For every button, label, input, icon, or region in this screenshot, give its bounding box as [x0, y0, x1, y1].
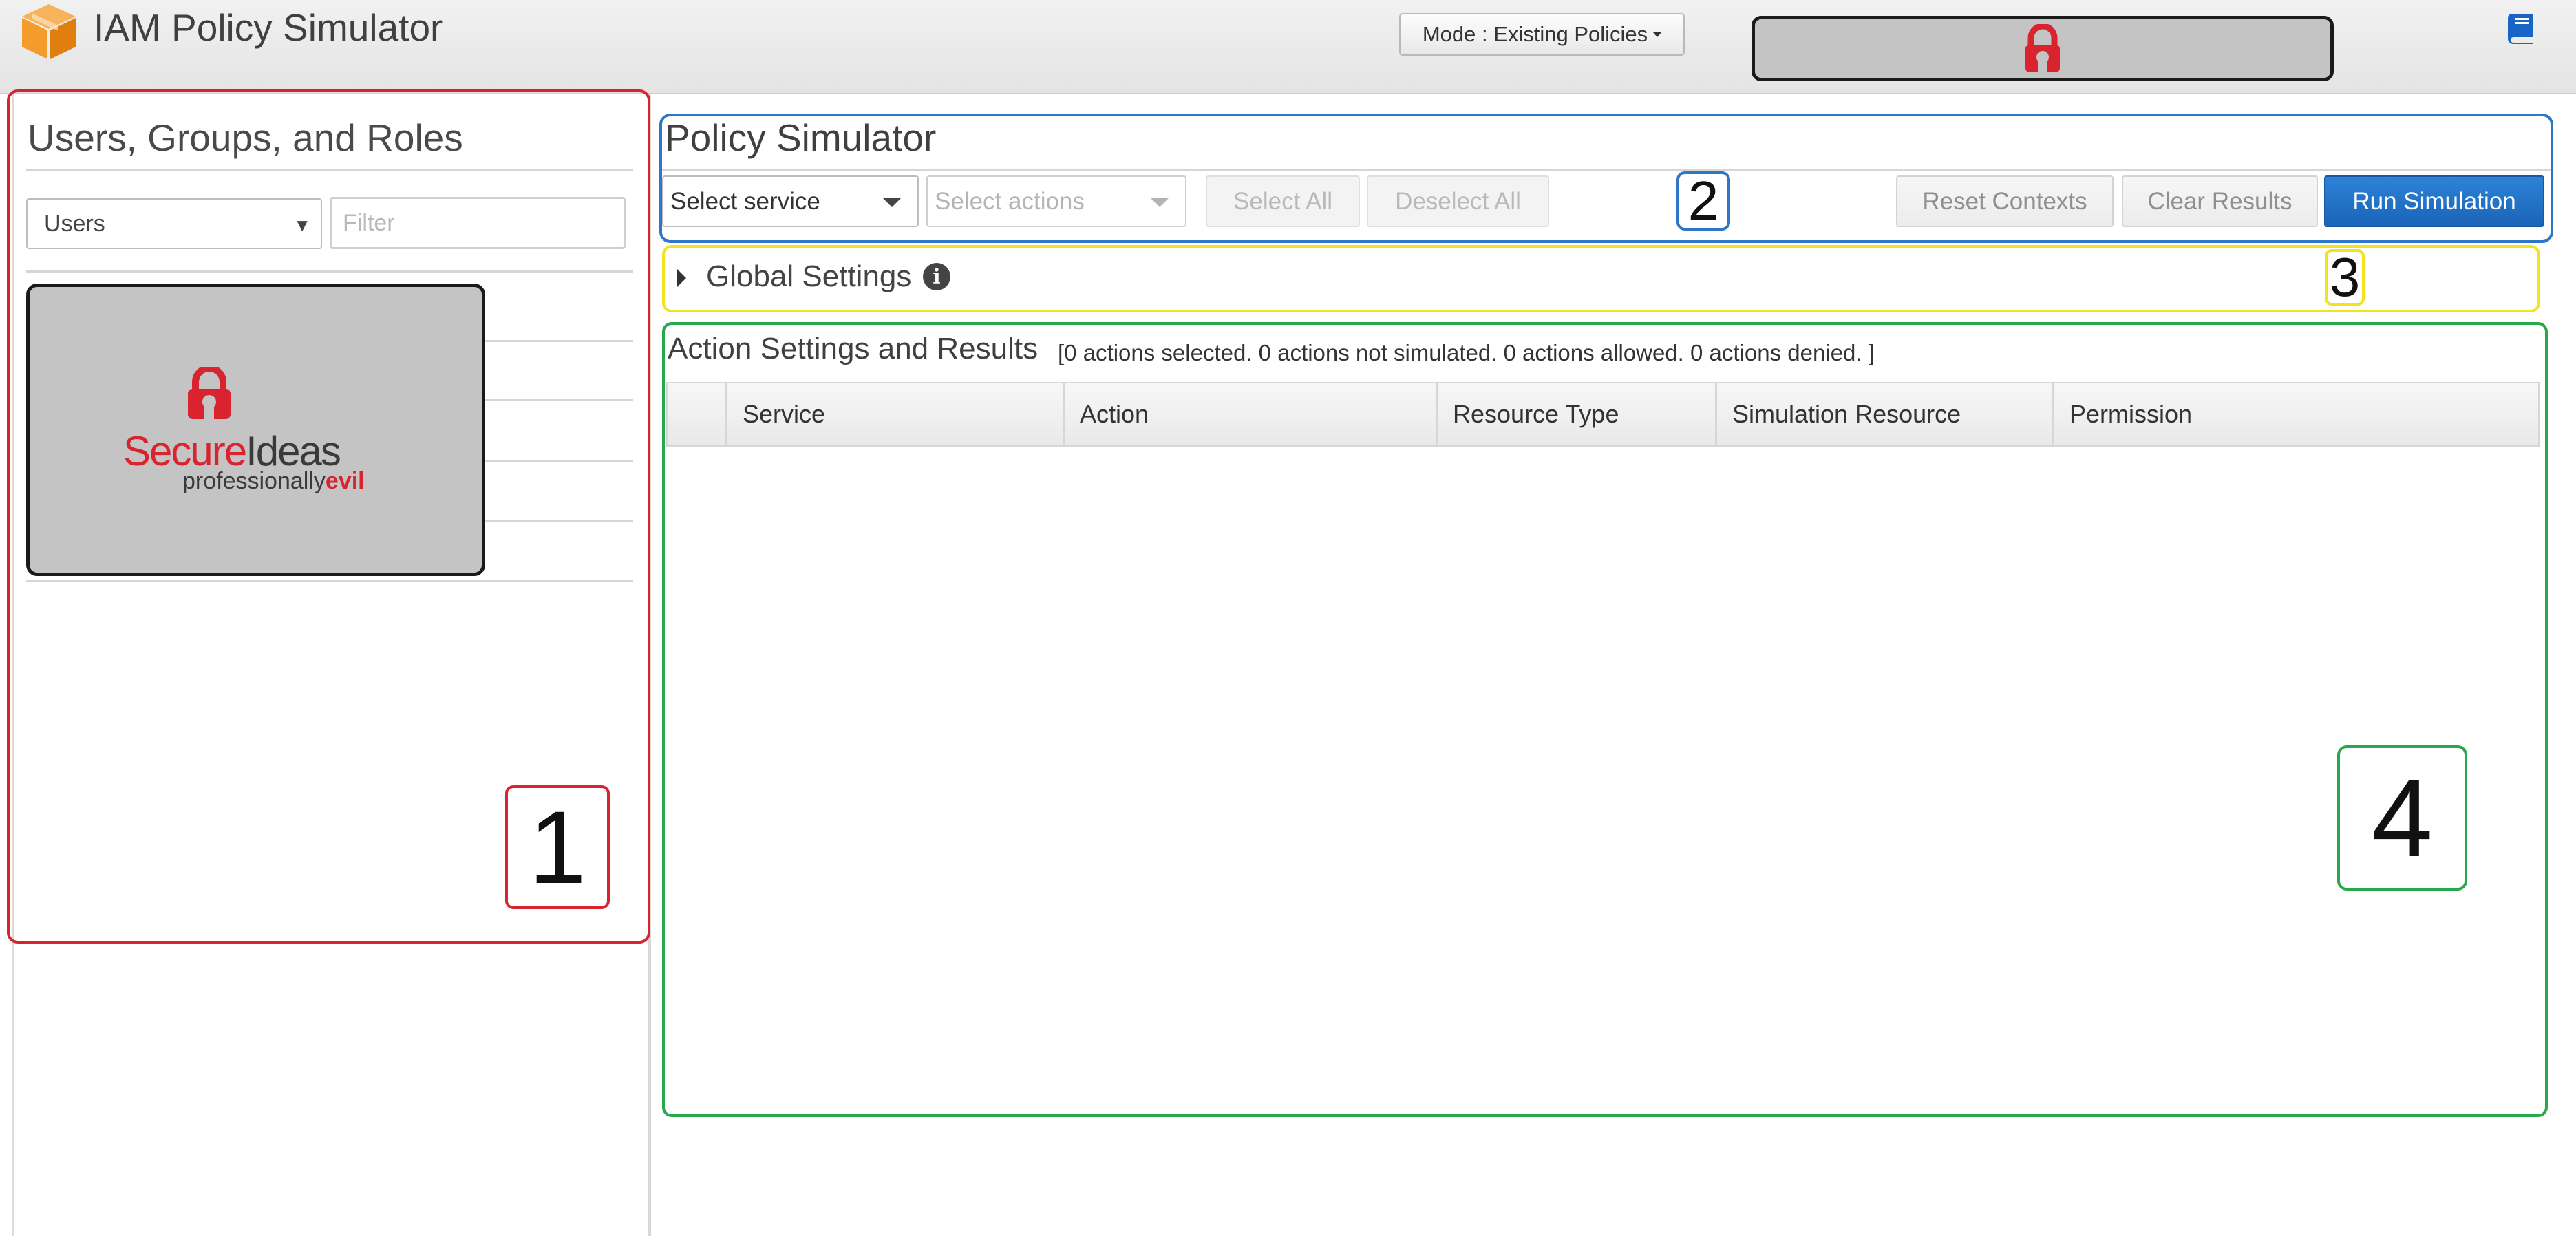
- caret-down-icon: [1653, 32, 1662, 37]
- mode-dropdown-button[interactable]: Mode : Existing Policies: [1399, 13, 1685, 56]
- region-4-outline: [662, 322, 2548, 1117]
- book-icon[interactable]: [2504, 11, 2537, 44]
- padlock-icon: [2025, 23, 2060, 72]
- app-title: IAM Policy Simulator: [94, 6, 443, 49]
- aws-cube-icon: [22, 4, 76, 59]
- region-1-marker: 1: [505, 785, 610, 909]
- mode-button-label: Mode : Existing Policies: [1422, 22, 1648, 46]
- region-2-outline: [659, 114, 2553, 243]
- region-3-marker: 3: [2325, 246, 2365, 308]
- region-3-outline: [662, 245, 2540, 312]
- account-selector-redacted[interactable]: [1752, 16, 2334, 81]
- region-4-marker: 4: [2337, 745, 2467, 891]
- region-2-marker: 2: [1676, 170, 1730, 231]
